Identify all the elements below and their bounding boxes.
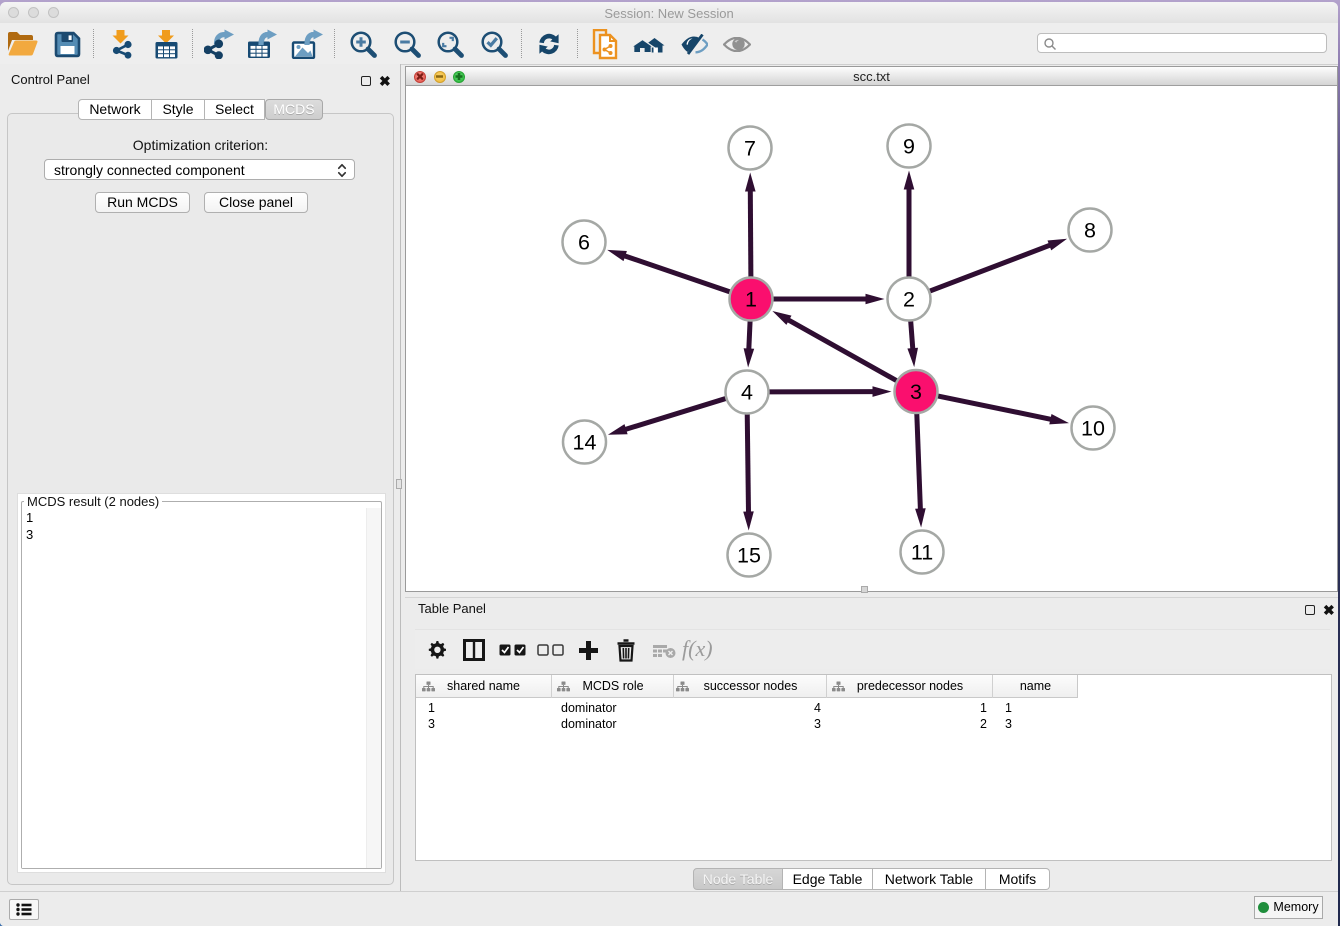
svg-text:2: 2 (903, 288, 915, 312)
svg-text:6: 6 (578, 231, 590, 255)
svg-text:10: 10 (1081, 417, 1105, 441)
svg-text:1: 1 (745, 288, 757, 312)
svg-text:7: 7 (744, 137, 756, 161)
svg-text:8: 8 (1084, 219, 1096, 243)
svg-text:3: 3 (910, 380, 922, 404)
svg-text:15: 15 (737, 544, 761, 568)
svg-text:11: 11 (911, 541, 933, 565)
svg-text:14: 14 (573, 431, 597, 455)
svg-text:4: 4 (741, 381, 753, 405)
svg-text:9: 9 (903, 135, 915, 159)
